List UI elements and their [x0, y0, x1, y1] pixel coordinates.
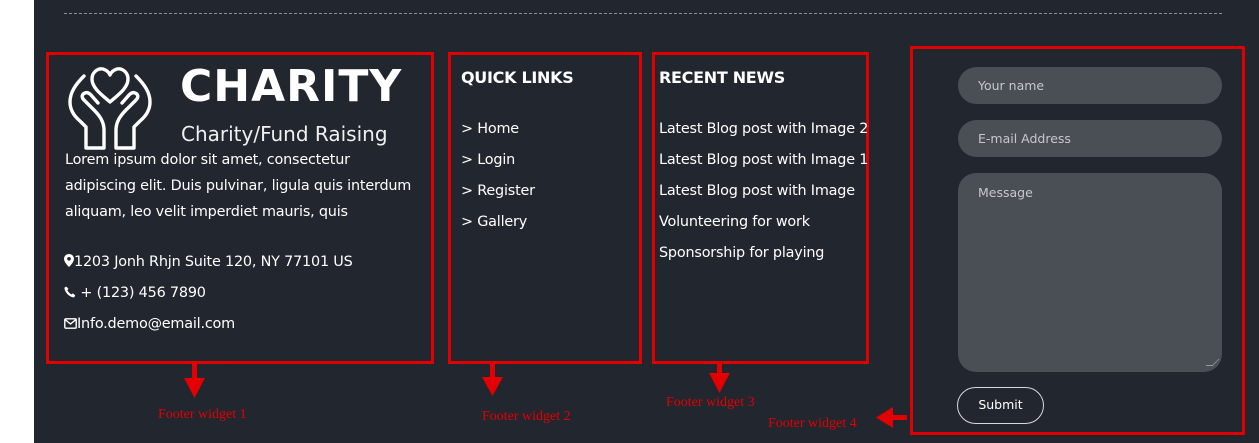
arrow-left-icon [876, 407, 907, 428]
annotation-label: Footer widget 4 [768, 416, 857, 431]
arrow-down-icon [184, 364, 205, 398]
screenshot-stage: CHARITY Charity/Fund Raising Lorem ipsum… [0, 0, 1259, 443]
arrow-down-icon [709, 364, 730, 393]
annotation-label: Footer widget 2 [482, 409, 571, 424]
annotation-label: Footer widget 3 [666, 395, 755, 410]
annotation-arrows [184, 364, 907, 428]
arrow-down-icon [482, 364, 503, 396]
annotation-label: Footer widget 1 [158, 407, 247, 422]
